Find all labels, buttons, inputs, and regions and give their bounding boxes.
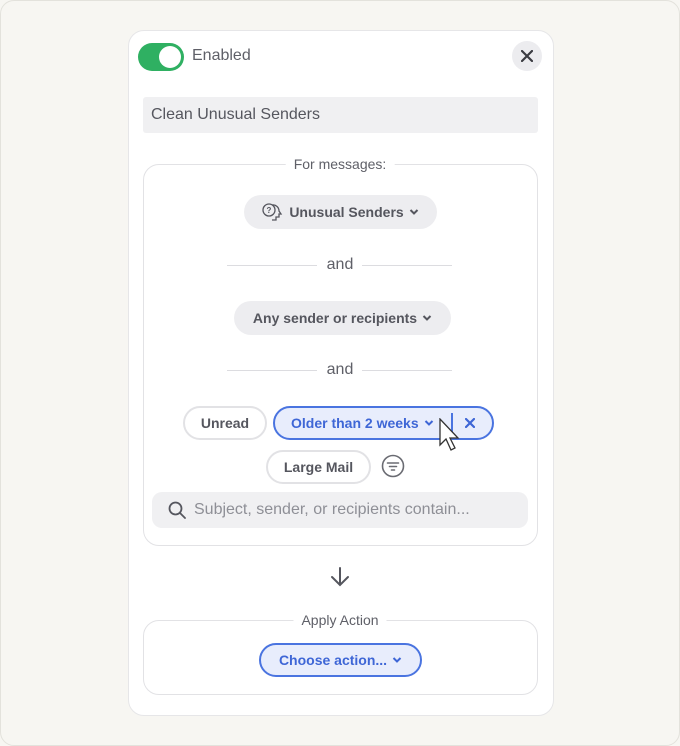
close-icon [521,50,533,62]
arrow-down-icon [331,567,349,587]
choose-action-label: Choose action... [278,652,388,668]
participants-label: Any sender or recipients [252,310,418,326]
search-icon [168,501,186,519]
enabled-toggle[interactable] [138,43,184,71]
chip-unread[interactable]: Unread [183,406,267,440]
divider [362,265,452,266]
sender-type-dropdown[interactable]: ? Unusual Senders [244,195,437,229]
chevron-down-icon [422,315,432,321]
and-connector: and [326,361,354,378]
close-button[interactable] [512,41,542,71]
chip-label: Large Mail [283,459,354,475]
divider [362,370,452,371]
remove-chip-icon[interactable] [465,418,475,428]
toggle-knob [159,46,181,68]
chip-label: Older than 2 weeks [291,415,419,431]
chip-large-mail[interactable]: Large Mail [266,450,371,484]
chevron-down-icon[interactable] [424,419,434,427]
choose-action-dropdown[interactable]: Choose action... [259,643,422,677]
action-legend: Apply Action [293,612,387,628]
search-field[interactable]: Subject, sender, or recipients contain..… [152,492,528,528]
search-placeholder: Subject, sender, or recipients contain..… [194,501,470,518]
enabled-label: Enabled [192,47,251,64]
sender-type-label: Unusual Senders [289,204,404,220]
unusual-senders-icon: ? [262,203,283,221]
rule-name-input[interactable]: Clean Unusual Senders [143,97,538,133]
filter-icon[interactable] [381,454,405,478]
divider [227,265,317,266]
mouse-cursor-icon [439,418,460,451]
divider [227,370,317,371]
and-connector: and [326,256,354,273]
participants-dropdown[interactable]: Any sender or recipients [234,301,451,335]
svg-text:?: ? [267,206,272,215]
conditions-legend: For messages: [285,156,395,172]
chevron-down-icon [409,209,418,215]
chevron-down-icon [392,657,402,663]
chip-label: Unread [200,415,250,431]
